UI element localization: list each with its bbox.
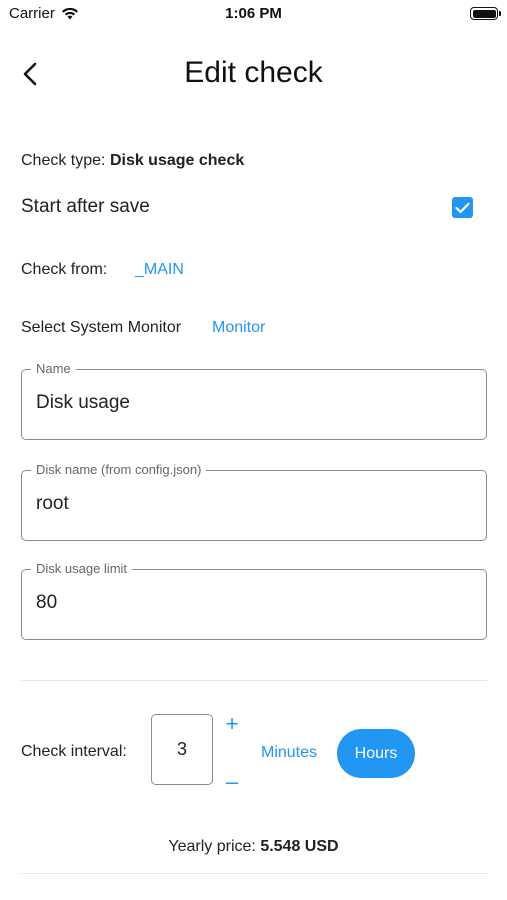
- yearly-price-label: Yearly price:: [168, 838, 256, 855]
- check-interval-label: Check interval:: [21, 743, 127, 760]
- disk-name-field-label: Disk name (from config.json): [31, 462, 207, 477]
- disk-name-field-value[interactable]: root: [36, 493, 69, 515]
- disk-name-field[interactable]: Disk name (from config.json) root: [21, 462, 487, 541]
- page-title: Edit check: [184, 56, 323, 89]
- check-from-link[interactable]: _MAIN: [135, 261, 184, 279]
- bottom-divider: [21, 873, 487, 874]
- system-monitor-label: Select System Monitor: [21, 319, 182, 336]
- checkmark-icon: [455, 202, 470, 213]
- start-after-save-checkbox[interactable]: [452, 197, 473, 218]
- check-from-label: Check from:: [21, 261, 108, 278]
- interval-value[interactable]: 3: [152, 739, 212, 760]
- divider: [21, 680, 487, 681]
- name-field-value[interactable]: Disk usage: [36, 392, 130, 414]
- unit-hours-button[interactable]: Hours: [337, 729, 415, 778]
- decrement-button[interactable]: –: [222, 771, 242, 793]
- system-monitor-link[interactable]: Monitor: [212, 319, 265, 337]
- yearly-price-value: 5.548 USD: [260, 838, 339, 855]
- disk-usage-limit-field-value[interactable]: 80: [36, 592, 57, 614]
- start-after-save-label: Start after save: [21, 196, 150, 217]
- status-time: 1:06 PM: [225, 5, 282, 22]
- check-type-label: Check type:: [21, 152, 106, 169]
- unit-minutes-button[interactable]: Minutes: [261, 744, 317, 762]
- yearly-price: Yearly price: 5.548 USD: [0, 838, 507, 856]
- unit-hours-label: Hours: [354, 744, 398, 762]
- disk-usage-limit-field[interactable]: Disk usage limit 80: [21, 561, 487, 640]
- increment-button[interactable]: +: [222, 713, 242, 735]
- status-bar: Carrier 1:06 PM: [0, 0, 507, 28]
- name-field-label: Name: [31, 361, 76, 376]
- disk-usage-limit-field-label: Disk usage limit: [31, 561, 133, 576]
- check-type-value: Disk usage check: [109, 152, 245, 169]
- check-type-row: Check type: Disk usage check: [21, 152, 244, 170]
- interval-input[interactable]: 3: [151, 714, 213, 785]
- name-field[interactable]: Name Disk usage: [21, 361, 487, 440]
- battery-icon: [470, 7, 501, 20]
